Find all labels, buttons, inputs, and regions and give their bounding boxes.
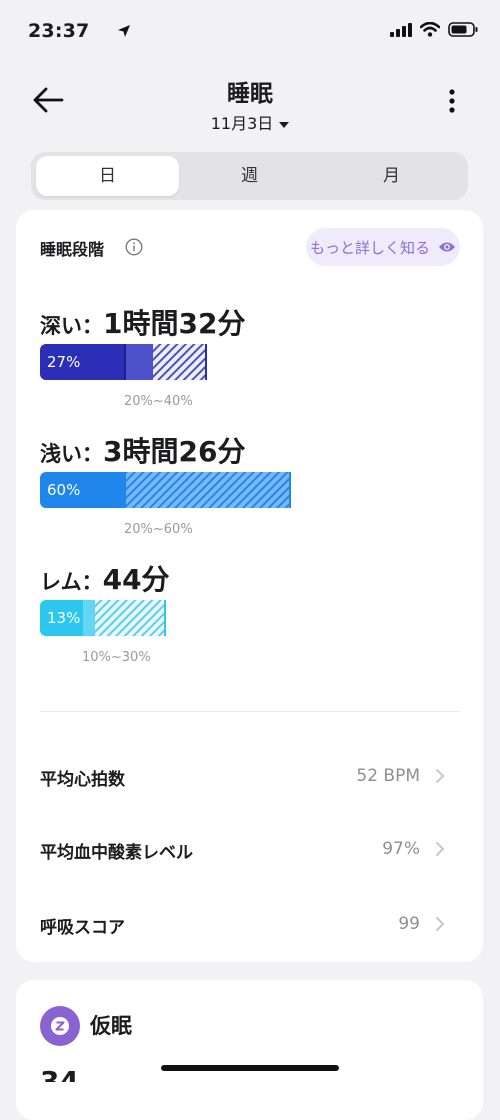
rem-sleep-range-text: 10%~30% — [82, 650, 151, 665]
light-sleep-range — [125, 472, 291, 508]
deep-sleep-name: 深い： — [40, 314, 103, 338]
battery-icon — [448, 22, 478, 37]
sleep-stages-title: 睡眠段階 — [40, 240, 105, 259]
location-arrow-icon — [118, 25, 130, 37]
divider — [40, 711, 460, 712]
tab-day[interactable]: 日 — [36, 156, 179, 196]
caret-down-icon — [279, 121, 290, 128]
deep-sleep-bar: 27% — [40, 344, 210, 380]
deep-sleep-range-start — [124, 344, 126, 380]
light-sleep-percent: 60% — [47, 481, 81, 499]
more-options-icon[interactable] — [446, 88, 458, 114]
light-sleep-duration: 3時間26分 — [103, 435, 246, 468]
date-selector[interactable]: 11月3日 — [0, 110, 500, 134]
cellular-signal-icon — [390, 22, 412, 37]
light-sleep-fill: 60% — [40, 472, 126, 508]
breathing-score-value: 99 — [398, 914, 420, 934]
learn-more-button[interactable]: もっと詳しく知る — [306, 228, 460, 266]
date-label: 11月3日 — [210, 114, 274, 133]
light-sleep-label: 浅い：3時間26分 — [40, 430, 245, 470]
avg-heart-rate-value: 52 BPM — [356, 766, 420, 786]
nap-duration-peek: 34 — [40, 1068, 100, 1082]
deep-sleep-duration: 1時間32分 — [103, 307, 246, 340]
breathing-score-label[interactable]: 呼吸スコア — [40, 913, 125, 938]
tab-week[interactable]: 週 — [178, 156, 321, 196]
wifi-icon — [420, 22, 440, 37]
deep-sleep-percent: 27% — [47, 353, 81, 371]
chevron-right-icon[interactable] — [435, 916, 445, 932]
avg-heart-rate-label[interactable]: 平均心拍数 — [40, 765, 125, 790]
deep-sleep-label: 深い：1時間32分 — [40, 302, 245, 342]
period-segmented-control: 日 週 月 — [31, 152, 468, 200]
deep-sleep-range-text: 20%~40% — [124, 394, 193, 409]
status-time: 23:37 — [28, 20, 90, 42]
status-icons — [118, 22, 478, 37]
chevron-right-icon[interactable] — [435, 841, 445, 857]
rem-sleep-overlap — [83, 600, 95, 636]
nap-card[interactable] — [16, 980, 483, 1120]
nap-title: 仮眠 — [90, 1014, 132, 1038]
info-icon[interactable] — [125, 238, 143, 256]
learn-more-label: もっと詳しく知る — [309, 238, 430, 257]
avg-spo2-value: 97% — [382, 839, 420, 859]
light-sleep-bar: 60% — [40, 472, 295, 508]
tab-month[interactable]: 月 — [320, 156, 463, 196]
rem-sleep-name: レム： — [40, 570, 103, 594]
light-sleep-name: 浅い： — [40, 442, 103, 466]
page-title: 睡眠 — [227, 81, 273, 107]
rem-sleep-range — [83, 600, 166, 636]
avg-spo2-label[interactable]: 平均血中酸素レベル — [40, 838, 193, 863]
home-indicator[interactable] — [161, 1065, 339, 1071]
nap-icon — [40, 1006, 80, 1046]
rem-sleep-label: レム：44分 — [40, 558, 170, 598]
chevron-right-icon[interactable] — [435, 768, 445, 784]
rem-sleep-percent: 13% — [47, 609, 81, 627]
light-sleep-range-text: 20%~60% — [124, 522, 193, 537]
eye-icon — [439, 242, 455, 252]
deep-sleep-overlap — [125, 344, 153, 380]
rem-sleep-duration: 44分 — [102, 563, 170, 596]
rem-sleep-bar: 13% — [40, 600, 170, 636]
